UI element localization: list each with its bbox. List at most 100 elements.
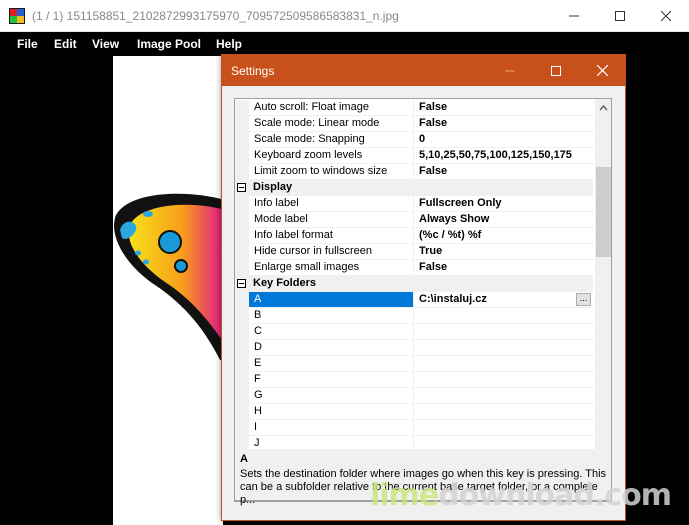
row-gutter	[235, 420, 249, 436]
property-name: Hide cursor in fullscreen	[249, 244, 414, 260]
property-value[interactable]: (%c / %t) %f	[415, 228, 593, 244]
row-gutter	[235, 116, 249, 132]
property-value[interactable]	[415, 324, 593, 340]
property-row[interactable]: Scale mode: Snapping 0	[235, 132, 593, 148]
property-value[interactable]	[415, 356, 593, 372]
property-value[interactable]	[415, 372, 593, 388]
main-titlebar: (1 / 1) 151158851_2102872993175970_70957…	[0, 0, 689, 32]
app-icon	[9, 8, 25, 24]
property-name: Scale mode: Snapping	[249, 132, 414, 148]
property-name: E	[249, 356, 414, 372]
menu-edit[interactable]: Edit	[54, 37, 77, 51]
property-name: Info label format	[249, 228, 414, 244]
minimize-icon	[505, 70, 515, 71]
property-value[interactable]: Fullscreen Only	[415, 196, 593, 212]
row-gutter	[235, 212, 249, 228]
property-row[interactable]: I	[235, 420, 593, 436]
category-label: Display	[253, 181, 293, 193]
minimize-button[interactable]	[551, 0, 597, 32]
collapse-icon[interactable]	[237, 279, 246, 288]
property-name: Scale mode: Linear mode	[249, 116, 414, 132]
row-gutter	[235, 260, 249, 276]
menu-help[interactable]: Help	[216, 37, 242, 51]
property-row[interactable]: D	[235, 340, 593, 356]
browse-button[interactable]: ...	[576, 293, 591, 306]
property-value[interactable]: Always Show	[415, 212, 593, 228]
property-grid[interactable]: Auto scroll: Float image False Scale mode:…	[234, 98, 612, 502]
property-value[interactable]: 0	[415, 132, 593, 148]
category-row[interactable]: Key Folders	[235, 276, 593, 292]
property-row[interactable]: F	[235, 372, 593, 388]
property-name: G	[249, 388, 414, 404]
property-row[interactable]: C	[235, 324, 593, 340]
watermark: limedownload.com	[370, 478, 672, 513]
image-content	[114, 193, 225, 360]
property-row[interactable]: Auto scroll: Float image False	[235, 100, 593, 116]
menu-image-pool[interactable]: Image Pool	[137, 37, 201, 51]
property-name: I	[249, 420, 414, 436]
close-button[interactable]	[643, 0, 689, 32]
property-row[interactable]: G	[235, 388, 593, 404]
property-value[interactable]: False	[415, 116, 593, 132]
scroll-thumb[interactable]	[596, 167, 611, 257]
collapse-icon[interactable]	[237, 183, 246, 192]
row-gutter	[235, 388, 249, 404]
property-value[interactable]: False	[415, 260, 593, 276]
property-row[interactable]: H	[235, 404, 593, 420]
scroll-up-icon[interactable]	[598, 102, 609, 113]
property-row[interactable]: Info label Fullscreen Only	[235, 196, 593, 212]
property-name: A	[249, 292, 414, 308]
property-row[interactable]: E	[235, 356, 593, 372]
description-title: A	[240, 453, 248, 465]
close-icon	[661, 11, 671, 21]
property-name: Info label	[249, 196, 414, 212]
property-row[interactable]: Enlarge small images False	[235, 260, 593, 276]
row-gutter	[235, 308, 249, 324]
property-value[interactable]	[415, 404, 593, 420]
property-value[interactable]: False	[415, 164, 593, 180]
watermark-part1: lime	[370, 478, 439, 513]
category-label: Key Folders	[253, 277, 316, 289]
settings-title: Settings	[231, 64, 275, 78]
settings-dialog: Settings Auto scroll: Float image False Sc…	[221, 54, 626, 521]
close-icon	[596, 65, 608, 76]
maximize-icon	[551, 65, 561, 76]
minimize-icon	[569, 15, 579, 17]
row-gutter	[235, 292, 249, 308]
row-gutter	[235, 244, 249, 260]
property-value[interactable]	[415, 388, 593, 404]
property-value[interactable]: 5,10,25,50,75,100,125,150,175	[415, 148, 593, 164]
property-value[interactable]: True	[415, 244, 593, 260]
property-value[interactable]	[415, 340, 593, 356]
property-row[interactable]: B	[235, 308, 593, 324]
window-title: (1 / 1) 151158851_2102872993175970_70957…	[32, 9, 399, 23]
maximize-button[interactable]	[597, 0, 643, 32]
property-name: H	[249, 404, 414, 420]
row-gutter	[235, 164, 249, 180]
vertical-scrollbar[interactable]	[595, 99, 611, 501]
property-row[interactable]: Limit zoom to windows size False	[235, 164, 593, 180]
property-row[interactable]: Hide cursor in fullscreen True	[235, 244, 593, 260]
menu-view[interactable]: View	[92, 37, 119, 51]
settings-minimize-button[interactable]	[487, 55, 533, 86]
settings-close-button[interactable]	[579, 55, 625, 86]
row-gutter	[235, 324, 249, 340]
property-value[interactable]	[415, 308, 593, 324]
property-name: Keyboard zoom levels	[249, 148, 414, 164]
property-value[interactable]: False	[415, 100, 593, 116]
category-row[interactable]: Display	[235, 180, 593, 196]
property-row[interactable]: A C:\instaluj.cz...	[235, 292, 593, 308]
property-row[interactable]: Keyboard zoom levels 5,10,25,50,75,100,12…	[235, 148, 593, 164]
settings-maximize-button[interactable]	[533, 55, 579, 86]
property-row[interactable]: Scale mode: Linear mode False	[235, 116, 593, 132]
property-name: Auto scroll: Float image	[249, 100, 414, 116]
property-value[interactable]	[415, 420, 593, 436]
property-name: C	[249, 324, 414, 340]
menu-file[interactable]: File	[17, 37, 38, 51]
row-gutter	[235, 196, 249, 212]
property-row[interactable]: Mode label Always Show	[235, 212, 593, 228]
property-row[interactable]: Info label format (%c / %t) %f	[235, 228, 593, 244]
settings-titlebar[interactable]: Settings	[222, 55, 625, 86]
row-gutter	[235, 228, 249, 244]
property-value[interactable]: C:\instaluj.cz	[415, 292, 593, 308]
